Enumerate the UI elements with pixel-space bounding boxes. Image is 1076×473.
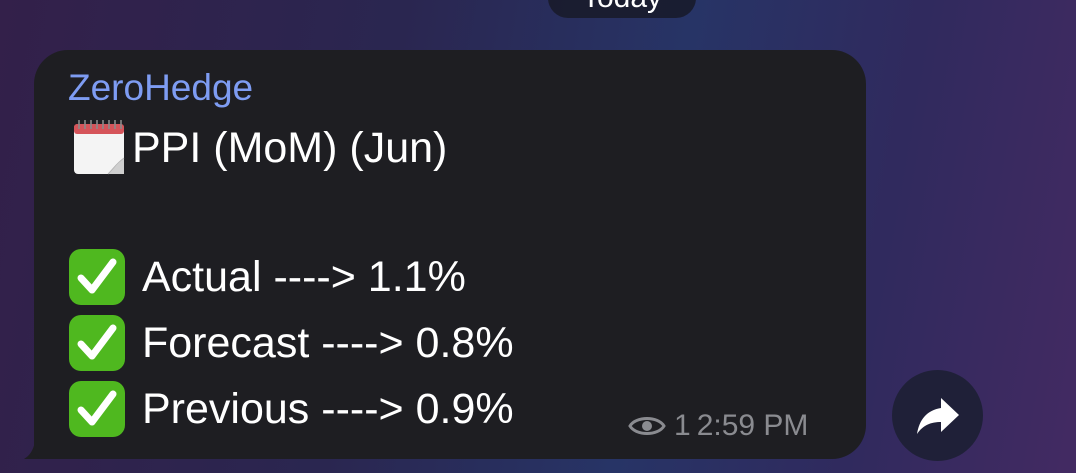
data-line-previous: Previous ----> 0.9% [68,380,514,438]
check-mark-icon [69,381,125,437]
data-line-label: Actual ----> 1.1% [142,253,466,301]
eye-icon [628,417,666,435]
share-button[interactable] [892,370,983,461]
view-count: 1 [674,409,691,442]
data-line-label: Forecast ----> 0.8% [142,319,514,367]
calendar-icon [74,120,125,175]
data-line-actual: Actual ----> 1.1% [68,248,466,306]
check-mark-icon [69,249,125,305]
message-title-line: PPI (MoM) (Jun) [70,118,447,178]
message-meta: 1 2:59 PM [628,406,808,446]
date-pill-label: Today [582,0,662,14]
message-bubble[interactable]: ZeroHedge PPI (MoM) (Jun) Actual ----> 1… [34,50,866,459]
check-mark-icon [69,315,125,371]
data-line-forecast: Forecast ----> 0.8% [68,314,514,372]
message-title: PPI (MoM) (Jun) [132,124,448,172]
data-line-label: Previous ----> 0.9% [142,385,514,433]
sender-name[interactable]: ZeroHedge [68,66,253,110]
share-arrow-icon [916,397,959,434]
date-pill[interactable]: Today [548,0,696,18]
message-time: 2:59 PM [696,409,809,442]
